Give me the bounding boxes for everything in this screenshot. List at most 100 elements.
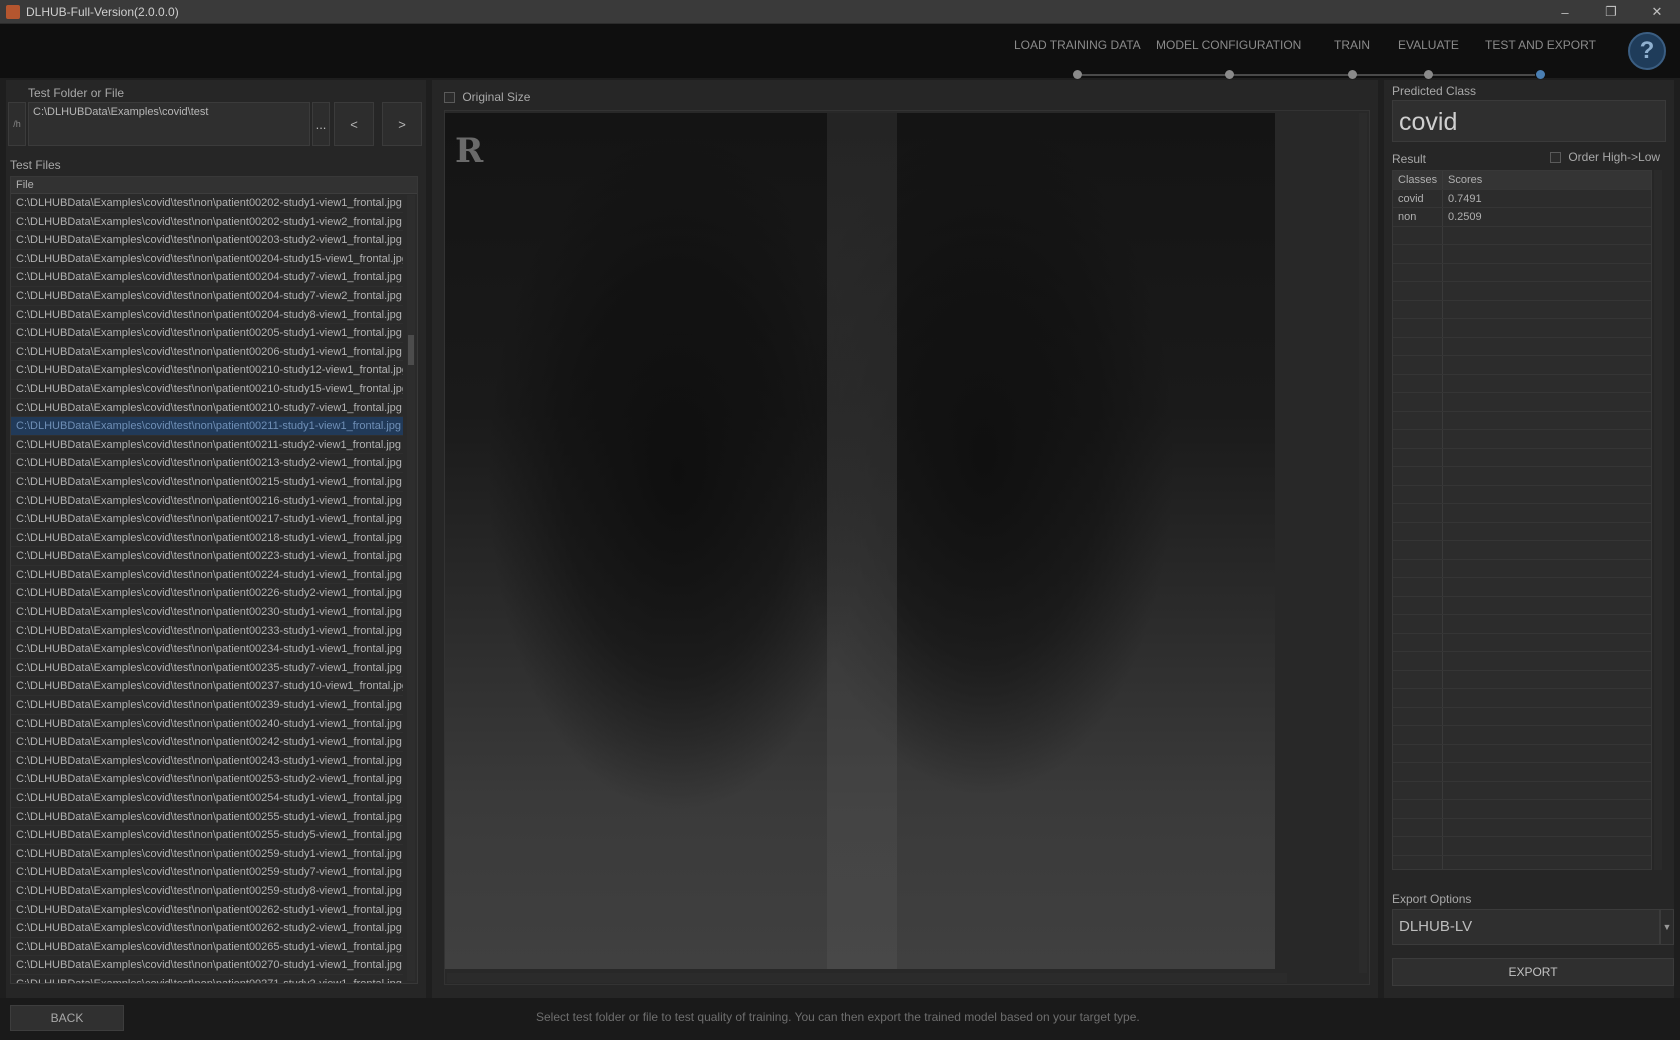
class-cell	[1393, 855, 1443, 869]
file-rows: C:\DLHUBData\Examples\covid\test\non\pat…	[11, 194, 417, 983]
classes-column-header[interactable]: Classes	[1393, 171, 1443, 189]
file-list-item[interactable]: C:\DLHUBData\Examples\covid\test\non\pat…	[11, 510, 403, 529]
test-files-list[interactable]: File C:\DLHUBData\Examples\covid\test\no…	[10, 176, 418, 984]
file-list-item[interactable]: C:\DLHUBData\Examples\covid\test\non\pat…	[11, 677, 403, 697]
file-list-item[interactable]: C:\DLHUBData\Examples\covid\test\non\pat…	[11, 919, 403, 938]
export-button[interactable]: EXPORT	[1392, 958, 1674, 986]
file-list-item[interactable]: C:\DLHUBData\Examples\covid\test\non\pat…	[11, 566, 403, 585]
file-list-item[interactable]: C:\DLHUBData\Examples\covid\test\non\pat…	[11, 901, 403, 920]
file-list-item[interactable]: C:\DLHUBData\Examples\covid\test\non\pat…	[11, 231, 403, 250]
wizard-steps: LOAD TRAINING DATA MODEL CONFIGURATION T…	[1000, 38, 1600, 79]
file-list-item[interactable]: C:\DLHUBData\Examples\covid\test\non\pat…	[11, 287, 403, 306]
prediction-panel: Predicted Class covid Result Order High-…	[1384, 80, 1674, 998]
step-dot	[1348, 70, 1357, 79]
file-list-item[interactable]: C:\DLHUBData\Examples\covid\test\non\pat…	[11, 659, 403, 678]
class-cell	[1393, 448, 1443, 466]
file-list-item[interactable]: C:\DLHUBData\Examples\covid\test\non\pat…	[11, 324, 403, 343]
restore-icon[interactable]: ❐	[1588, 0, 1634, 24]
step-load-training-data[interactable]: LOAD TRAINING DATA	[1014, 38, 1141, 79]
score-cell	[1443, 689, 1651, 707]
file-list-item[interactable]: C:\DLHUBData\Examples\covid\test\non\pat…	[11, 826, 403, 845]
file-list-item[interactable]: C:\DLHUBData\Examples\covid\test\non\pat…	[11, 789, 403, 808]
file-list-item[interactable]: C:\DLHUBData\Examples\covid\test\non\pat…	[11, 863, 403, 882]
empty-result-row	[1393, 485, 1651, 504]
file-list-item[interactable]: C:\DLHUBData\Examples\covid\test\non\pat…	[11, 399, 403, 418]
file-column-header[interactable]: File	[11, 177, 417, 194]
original-size-checkbox[interactable]	[444, 92, 455, 104]
file-list-item[interactable]: C:\DLHUBData\Examples\covid\test\non\pat…	[11, 715, 403, 734]
file-list-item[interactable]: C:\DLHUBData\Examples\covid\test\non\pat…	[11, 454, 403, 473]
file-list-item[interactable]: C:\DLHUBData\Examples\covid\test\non\pat…	[11, 956, 403, 975]
file-list-item[interactable]: C:\DLHUBData\Examples\covid\test\non\pat…	[11, 603, 403, 622]
file-list-item[interactable]: C:\DLHUBData\Examples\covid\test\non\pat…	[11, 845, 403, 864]
score-cell	[1443, 745, 1651, 763]
image-vertical-scrollbar[interactable]	[1359, 113, 1367, 973]
empty-result-row	[1393, 559, 1651, 578]
browse-button[interactable]: ...	[312, 102, 330, 146]
step-test-and-export[interactable]: TEST AND EXPORT	[1485, 38, 1596, 79]
file-list-item[interactable]: C:\DLHUBData\Examples\covid\test\non\pat…	[11, 696, 403, 715]
file-list-item[interactable]: C:\DLHUBData\Examples\covid\test\non\pat…	[11, 547, 403, 566]
empty-result-row	[1393, 504, 1651, 523]
file-list-item[interactable]: C:\DLHUBData\Examples\covid\test\non\pat…	[11, 417, 403, 436]
order-checkbox[interactable]	[1550, 152, 1561, 164]
chevron-down-icon[interactable]: ▼	[1660, 909, 1674, 945]
export-options-select[interactable]: DLHUB-LV	[1392, 909, 1660, 945]
step-train[interactable]: TRAIN	[1334, 38, 1370, 79]
file-list-item[interactable]: C:\DLHUBData\Examples\covid\test\non\pat…	[11, 436, 403, 455]
next-button[interactable]: >	[382, 102, 422, 146]
file-list-item[interactable]: C:\DLHUBData\Examples\covid\test\non\pat…	[11, 584, 403, 604]
file-list-item[interactable]: C:\DLHUBData\Examples\covid\test\non\pat…	[11, 808, 403, 827]
file-list-item[interactable]: C:\DLHUBData\Examples\covid\test\non\pat…	[11, 733, 403, 752]
result-table-scrollbar[interactable]	[1654, 170, 1662, 870]
file-list-item[interactable]: C:\DLHUBData\Examples\covid\test\non\pat…	[11, 306, 403, 325]
file-list-item[interactable]: C:\DLHUBData\Examples\covid\test\non\pat…	[11, 343, 403, 362]
file-list-item[interactable]: C:\DLHUBData\Examples\covid\test\non\pat…	[11, 213, 403, 232]
file-list-item[interactable]: C:\DLHUBData\Examples\covid\test\non\pat…	[11, 640, 403, 659]
image-horizontal-scrollbar[interactable]	[447, 973, 1287, 983]
score-cell	[1443, 393, 1651, 411]
step-evaluate[interactable]: EVALUATE	[1398, 38, 1459, 79]
file-list-item[interactable]: C:\DLHUBData\Examples\covid\test\non\pat…	[11, 492, 403, 511]
score-cell	[1443, 800, 1651, 818]
test-folder-input[interactable]: C:\DLHUBData\Examples\covid\test	[28, 102, 310, 146]
step-model-configuration[interactable]: MODEL CONFIGURATION	[1156, 38, 1301, 79]
file-list-item[interactable]: C:\DLHUBData\Examples\covid\test\non\pat…	[11, 529, 403, 548]
file-list-item[interactable]: C:\DLHUBData\Examples\covid\test\non\pat…	[11, 194, 403, 213]
empty-result-row	[1393, 744, 1651, 763]
empty-result-row	[1393, 633, 1651, 652]
step-label: EVALUATE	[1398, 38, 1459, 52]
file-list-item[interactable]: C:\DLHUBData\Examples\covid\test\non\pat…	[11, 250, 403, 269]
order-high-low-toggle[interactable]: Order High->Low	[1550, 150, 1660, 164]
file-list-item[interactable]: C:\DLHUBData\Examples\covid\test\non\pat…	[11, 752, 403, 771]
score-cell	[1443, 412, 1651, 430]
class-cell	[1393, 263, 1443, 281]
file-list-item[interactable]: C:\DLHUBData\Examples\covid\test\non\pat…	[11, 975, 403, 983]
class-cell	[1393, 282, 1443, 300]
scroll-thumb[interactable]	[408, 335, 414, 365]
empty-result-row	[1393, 781, 1651, 800]
back-button[interactable]: BACK	[10, 1005, 124, 1031]
file-list-item[interactable]: C:\DLHUBData\Examples\covid\test\non\pat…	[11, 473, 403, 492]
minimize-icon[interactable]: –	[1542, 0, 1588, 24]
class-cell	[1393, 226, 1443, 244]
file-list-item[interactable]: C:\DLHUBData\Examples\covid\test\non\pat…	[11, 361, 403, 380]
class-cell	[1393, 374, 1443, 392]
empty-result-row	[1393, 800, 1651, 819]
file-list-scrollbar[interactable]	[407, 195, 415, 981]
file-list-item[interactable]: C:\DLHUBData\Examples\covid\test\non\pat…	[11, 770, 403, 789]
empty-result-row	[1393, 670, 1651, 689]
score-cell	[1443, 245, 1651, 263]
file-list-item[interactable]: C:\DLHUBData\Examples\covid\test\non\pat…	[11, 268, 403, 287]
score-cell	[1443, 338, 1651, 356]
file-list-item[interactable]: C:\DLHUBData\Examples\covid\test\non\pat…	[11, 882, 403, 901]
folder-path-icon[interactable]: /h	[8, 102, 26, 146]
close-icon[interactable]: ✕	[1634, 0, 1680, 24]
scores-column-header[interactable]: Scores	[1443, 171, 1651, 189]
help-button[interactable]: ?	[1628, 32, 1666, 70]
file-list-item[interactable]: C:\DLHUBData\Examples\covid\test\non\pat…	[11, 622, 403, 641]
file-list-item[interactable]: C:\DLHUBData\Examples\covid\test\non\pat…	[11, 938, 403, 957]
previous-button[interactable]: <	[334, 102, 374, 146]
original-size-toggle[interactable]: Original Size	[444, 90, 530, 104]
file-list-item[interactable]: C:\DLHUBData\Examples\covid\test\non\pat…	[11, 380, 403, 399]
